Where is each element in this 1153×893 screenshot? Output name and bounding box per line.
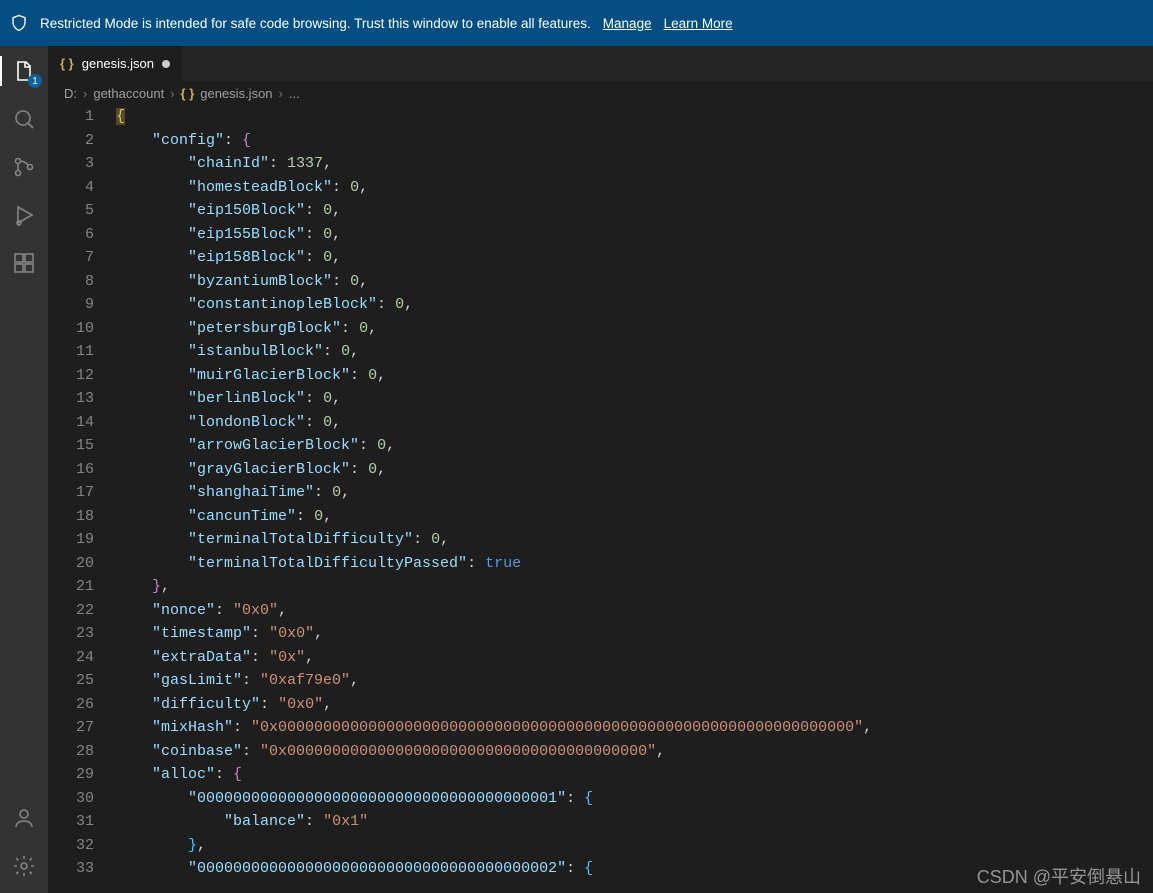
chevron-right-icon: › [83, 86, 87, 101]
code-line[interactable]: }, [116, 834, 1153, 858]
breadcrumb[interactable]: D: › gethaccount › { } genesis.json › ..… [48, 81, 1153, 105]
chevron-right-icon: › [279, 86, 283, 101]
code-line[interactable]: "eip155Block": 0, [116, 223, 1153, 247]
code-line[interactable]: "homesteadBlock": 0, [116, 176, 1153, 200]
code-line[interactable]: "timestamp": "0x0", [116, 622, 1153, 646]
tab-bar: { } genesis.json [48, 46, 1153, 81]
accounts-activity[interactable] [0, 801, 48, 835]
code-line[interactable]: "terminalTotalDifficultyPassed": true [116, 552, 1153, 576]
code-line[interactable]: "istanbulBlock": 0, [116, 340, 1153, 364]
code-line[interactable]: "balance": "0x1" [116, 810, 1153, 834]
breadcrumb-drive: D: [64, 86, 77, 101]
code-line[interactable]: "grayGlacierBlock": 0, [116, 458, 1153, 482]
code-line[interactable]: "shanghaiTime": 0, [116, 481, 1153, 505]
code-line[interactable]: "gasLimit": "0xaf79e0", [116, 669, 1153, 693]
code-line[interactable]: "berlinBlock": 0, [116, 387, 1153, 411]
source-control-activity[interactable] [0, 150, 48, 184]
code-line[interactable]: "byzantiumBlock": 0, [116, 270, 1153, 294]
manage-link[interactable]: Manage [603, 16, 652, 31]
code-line[interactable]: "constantinopleBlock": 0, [116, 293, 1153, 317]
line-number-gutter: 1234567891011121314151617181920212223242… [48, 105, 116, 893]
explorer-activity[interactable]: 1 [0, 54, 48, 88]
code-line[interactable]: "nonce": "0x0", [116, 599, 1153, 623]
modified-indicator-icon [162, 60, 170, 68]
banner-message: Restricted Mode is intended for safe cod… [40, 16, 591, 31]
code-line[interactable]: "londonBlock": 0, [116, 411, 1153, 435]
learn-more-link[interactable]: Learn More [664, 16, 733, 31]
tab-genesis-json[interactable]: { } genesis.json [48, 46, 183, 81]
code-line[interactable]: "mixHash": "0x00000000000000000000000000… [116, 716, 1153, 740]
shield-icon [10, 14, 28, 32]
code-editor[interactable]: 1234567891011121314151617181920212223242… [48, 105, 1153, 893]
json-file-icon: { } [181, 86, 195, 101]
code-line[interactable]: "difficulty": "0x0", [116, 693, 1153, 717]
code-line[interactable]: "arrowGlacierBlock": 0, [116, 434, 1153, 458]
code-line[interactable]: "000000000000000000000000000000000000000… [116, 857, 1153, 881]
run-debug-activity[interactable] [0, 198, 48, 232]
code-line[interactable]: "extraData": "0x", [116, 646, 1153, 670]
explorer-badge: 1 [28, 74, 42, 88]
json-file-icon: { } [60, 56, 74, 71]
code-line[interactable]: "muirGlacierBlock": 0, [116, 364, 1153, 388]
code-line[interactable]: { [116, 105, 1153, 129]
code-content[interactable]: { "config": { "chainId": 1337, "homestea… [116, 105, 1153, 893]
search-activity[interactable] [0, 102, 48, 136]
code-line[interactable]: "alloc": { [116, 763, 1153, 787]
code-line[interactable]: "config": { [116, 129, 1153, 153]
code-line[interactable]: "cancunTime": 0, [116, 505, 1153, 529]
breadcrumb-folder: gethaccount [93, 86, 164, 101]
editor-area: { } genesis.json D: › gethaccount › { } … [48, 46, 1153, 893]
code-line[interactable]: }, [116, 575, 1153, 599]
tab-filename: genesis.json [82, 56, 154, 71]
code-line[interactable]: "000000000000000000000000000000000000000… [116, 787, 1153, 811]
restricted-mode-banner: Restricted Mode is intended for safe cod… [0, 0, 1153, 46]
code-line[interactable]: "petersburgBlock": 0, [116, 317, 1153, 341]
code-line[interactable]: "coinbase": "0x0000000000000000000000000… [116, 740, 1153, 764]
extensions-activity[interactable] [0, 246, 48, 280]
breadcrumb-trail: ... [289, 86, 300, 101]
settings-activity[interactable] [0, 849, 48, 883]
chevron-right-icon: › [170, 86, 174, 101]
code-line[interactable]: "chainId": 1337, [116, 152, 1153, 176]
code-line[interactable]: "eip150Block": 0, [116, 199, 1153, 223]
activity-bar: 1 [0, 46, 48, 893]
code-line[interactable]: "terminalTotalDifficulty": 0, [116, 528, 1153, 552]
code-line[interactable]: "eip158Block": 0, [116, 246, 1153, 270]
breadcrumb-file: genesis.json [200, 86, 272, 101]
